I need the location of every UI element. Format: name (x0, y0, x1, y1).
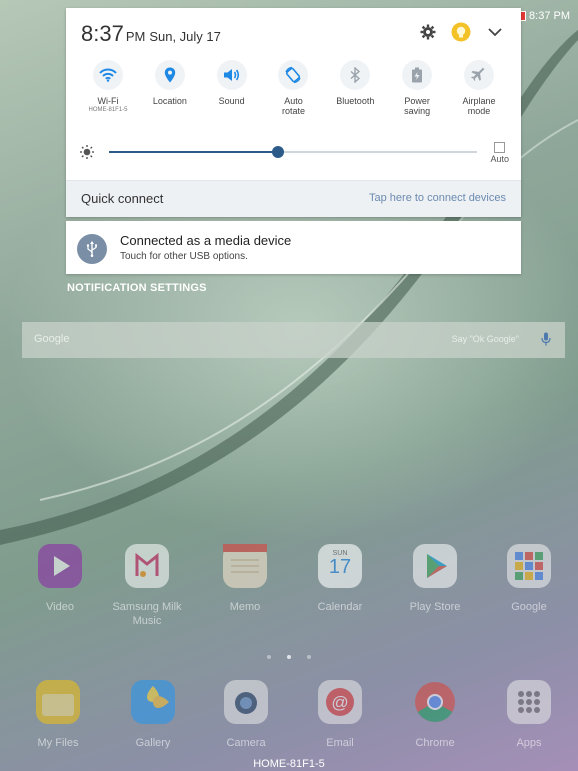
app-gallery[interactable]: Gallery (113, 680, 193, 750)
toggle-label: Airplane mode (462, 96, 496, 116)
ok-google-hint: Say "Ok Google" (451, 334, 519, 344)
app-play-store[interactable]: Play Store (395, 544, 475, 614)
brightness-slider[interactable] (109, 146, 477, 158)
home-page-dot[interactable] (287, 655, 291, 659)
apps-grid-icon (507, 680, 551, 724)
toggle-bluetooth[interactable]: Bluetooth (327, 60, 383, 132)
app-label: Calendar (317, 601, 363, 613)
toggle-wifi[interactable]: Wi-Fi HOME-81F1-5 (80, 60, 136, 132)
play-store-icon (413, 544, 457, 588)
toggle-label: Auto rotate (281, 96, 305, 116)
status-time: 8:37 PM (529, 10, 570, 22)
memo-icon (223, 544, 267, 588)
airplane-icon (463, 60, 494, 90)
battery-icon (402, 60, 433, 90)
notification-settings-button[interactable]: NOTIFICATION SETTINGS (67, 282, 207, 294)
panel-clock: 8:37 PM Sun, July 17 (81, 21, 221, 47)
panel-header: 8:37 PM Sun, July 17 (66, 8, 521, 56)
toggle-airplane-mode[interactable]: Airplane mode (451, 60, 507, 132)
toggle-sound[interactable]: Sound (204, 60, 260, 132)
google-search-bar[interactable]: Google Say "Ok Google" (22, 322, 565, 358)
brightness-fill (109, 151, 279, 153)
usb-icon (77, 234, 107, 264)
brightness-thumb[interactable] (272, 146, 285, 158)
auto-label: Auto (490, 154, 509, 164)
gallery-icon (131, 680, 175, 724)
video-icon (38, 544, 82, 588)
microphone-icon[interactable] (541, 332, 551, 351)
svg-text:@: @ (331, 693, 348, 712)
app-label: Video (46, 601, 74, 613)
chrome-icon (413, 680, 457, 724)
calendar-icon: SUN 17 (318, 544, 362, 588)
quick-connect-title: Quick connect (81, 191, 164, 206)
quick-settings-panel: 8:37 PM Sun, July 17 Wi-Fi HOME-81F1-5 Loc… (66, 8, 521, 217)
app-label: Memo (229, 601, 261, 613)
toggle-label: Sound (218, 96, 245, 106)
toggle-label: Location (152, 96, 187, 106)
location-icon (154, 60, 185, 90)
app-label: Email (326, 737, 354, 749)
quick-toggles: Wi-Fi HOME-81F1-5 Location Sound Auto ro… (66, 56, 521, 132)
app-email[interactable]: @ Email (300, 680, 380, 750)
toggle-label: Bluetooth (336, 96, 375, 106)
auto-checkbox-icon (494, 142, 506, 153)
toggle-label: Wi-Fi (97, 96, 119, 106)
google-logo: Google (34, 333, 70, 345)
app-label: Samsung Milk Music (112, 601, 182, 627)
brightness-icon (80, 145, 94, 164)
clock-time: 8:37 (81, 21, 124, 46)
app-label: Camera (226, 737, 266, 749)
usb-notification[interactable]: Connected as a media device Touch for ot… (66, 221, 521, 274)
app-apps-drawer[interactable]: Apps (489, 680, 569, 750)
app-label: Google (511, 601, 547, 613)
app-label: Apps (516, 737, 542, 749)
app-label: Gallery (135, 737, 171, 749)
app-memo[interactable]: Memo (205, 544, 285, 614)
toggle-auto-rotate[interactable]: Auto rotate (265, 60, 321, 132)
folder-icon (36, 680, 80, 724)
page-dot[interactable] (267, 655, 271, 659)
toggle-label: Power saving (404, 96, 431, 116)
email-icon: @ (318, 680, 362, 724)
app-label: Play Store (409, 601, 461, 613)
toggle-location[interactable]: Location (142, 60, 198, 132)
toggle-sublabel: HOME-81F1-5 (88, 107, 128, 113)
usb-notification-title: Connected as a media device (120, 233, 292, 248)
app-chrome[interactable]: Chrome (395, 680, 475, 750)
wifi-icon (93, 60, 123, 90)
expand-chevron-icon[interactable] (484, 21, 506, 43)
sound-icon (216, 60, 247, 90)
rotate-icon (278, 60, 309, 90)
bluetooth-icon (340, 60, 371, 90)
app-my-files[interactable]: My Files (18, 680, 98, 750)
app-camera[interactable]: Camera (206, 680, 286, 750)
camera-icon (224, 680, 268, 724)
app-video[interactable]: Video (20, 544, 100, 614)
app-label: My Files (37, 737, 79, 749)
settings-gear-icon[interactable] (417, 21, 439, 43)
quick-connect-hint[interactable]: Tap here to connect devices (369, 192, 506, 204)
network-name: HOME-81F1-5 (253, 758, 325, 770)
milk-music-icon (125, 544, 169, 588)
app-calendar[interactable]: SUN 17 Calendar (300, 544, 380, 614)
toggle-power-saving[interactable]: Power saving (389, 60, 445, 132)
usb-notification-subtitle: Touch for other USB options. (120, 251, 248, 262)
app-google-folder[interactable]: Google (489, 544, 569, 614)
calendar-date: 17 (328, 556, 352, 578)
app-label: Chrome (415, 737, 455, 749)
page-indicator (267, 655, 311, 659)
brightness-row: Auto (66, 132, 521, 180)
page-dot[interactable] (307, 655, 311, 659)
google-folder-icon (507, 544, 551, 588)
clock-ampm: PM (125, 29, 146, 44)
status-bar-right: 8:37 PM (520, 10, 570, 22)
clock-date: Sun, July 17 (149, 29, 221, 44)
app-samsung-milk-music[interactable]: Samsung Milk Music (107, 544, 187, 628)
profile-bulb-icon[interactable] (450, 21, 472, 43)
auto-brightness-toggle[interactable]: Auto (490, 142, 509, 164)
quick-connect-bar[interactable]: Quick connect Tap here to connect device… (66, 180, 521, 217)
